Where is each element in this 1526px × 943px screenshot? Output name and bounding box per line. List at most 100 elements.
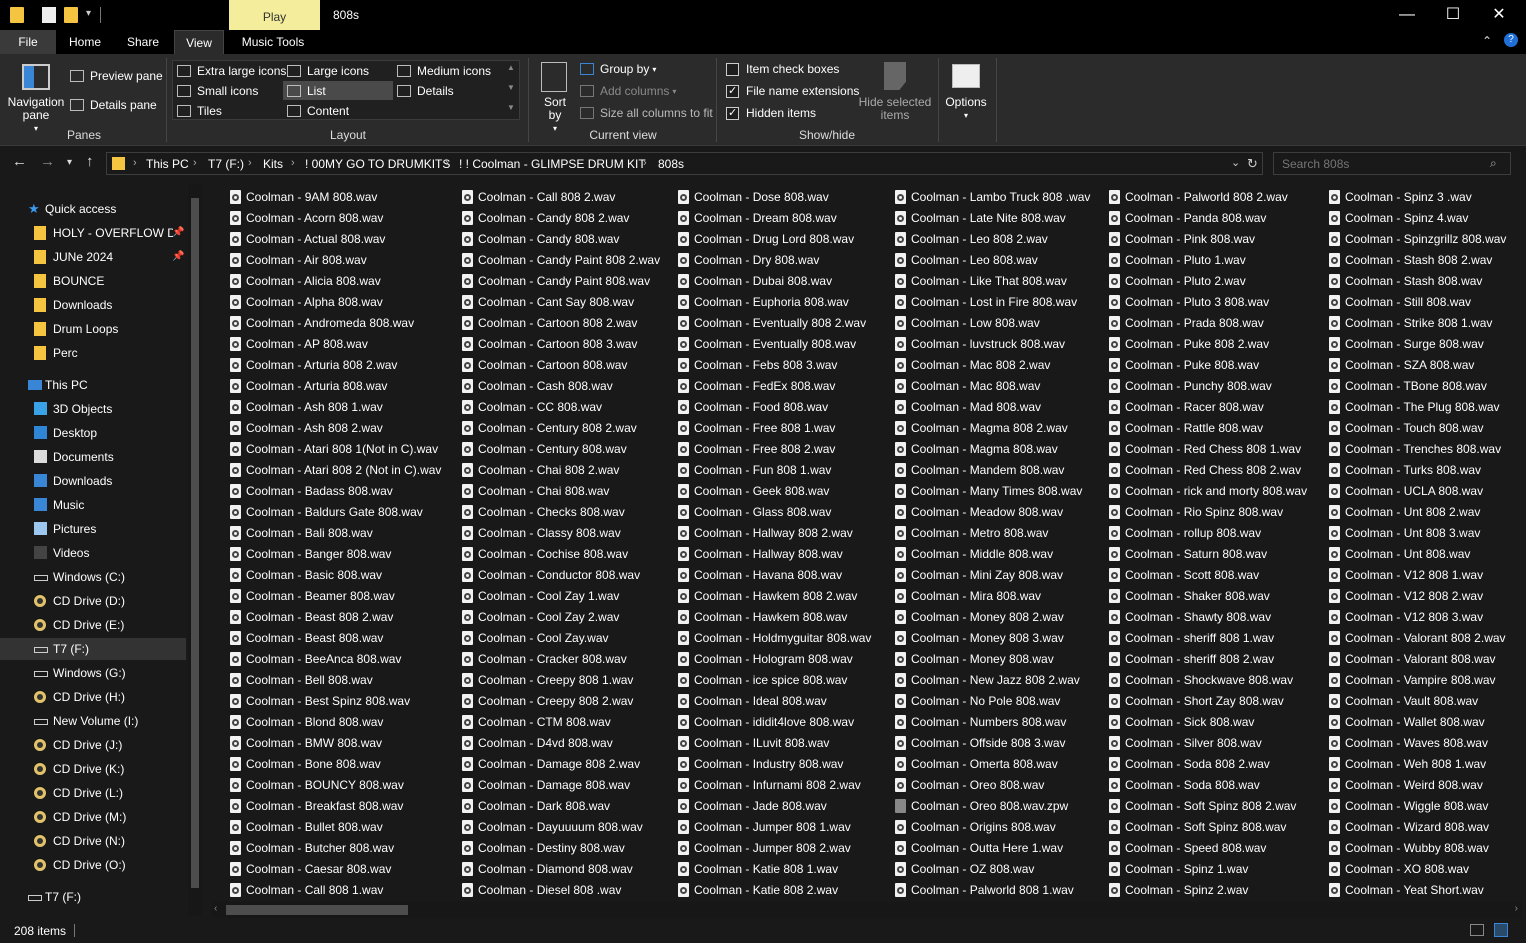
file-item[interactable]: Coolman - Katie 808 1.wav bbox=[674, 858, 884, 879]
nav-pc-item[interactable]: New Volume (I:) bbox=[0, 710, 186, 732]
file-item[interactable]: Coolman - Breakfast 808.wav bbox=[226, 795, 436, 816]
layout-content[interactable]: Content bbox=[287, 104, 349, 118]
file-item[interactable]: Coolman - Spinz 4.wav bbox=[1325, 207, 1526, 228]
search-input[interactable] bbox=[1282, 157, 1482, 171]
file-item[interactable]: Coolman - luvstruck 808.wav bbox=[891, 333, 1101, 354]
nav-scrollbar[interactable] bbox=[188, 184, 202, 916]
file-item[interactable]: Coolman - Lambo Truck 808 .wav bbox=[891, 186, 1101, 207]
nav-pc-item[interactable]: 3D Objects bbox=[0, 398, 186, 420]
nav-quick-access[interactable]: ★ Quick access bbox=[0, 198, 186, 220]
file-item[interactable]: Coolman - Surge 808.wav bbox=[1325, 333, 1526, 354]
tab-music-tools[interactable]: Music Tools bbox=[232, 30, 314, 54]
file-item[interactable]: Coolman - Holdmyguitar 808.wav bbox=[674, 627, 884, 648]
horizontal-scrollbar[interactable]: ‹ › bbox=[212, 902, 1522, 918]
sort-by-button[interactable]: Sort by ▾ bbox=[540, 96, 570, 135]
layout-details[interactable]: Details bbox=[397, 84, 454, 98]
file-item[interactable]: Coolman - Fun 808 1.wav bbox=[674, 459, 884, 480]
file-item[interactable]: Coolman - Acorn 808.wav bbox=[226, 207, 436, 228]
file-item[interactable]: Coolman - Wizard 808.wav bbox=[1325, 816, 1526, 837]
new-folder-icon[interactable] bbox=[64, 7, 78, 23]
file-item[interactable]: Coolman - Palworld 808 1.wav bbox=[891, 879, 1101, 900]
file-item[interactable]: Coolman - Glass 808.wav bbox=[674, 501, 884, 522]
navigation-pane-button[interactable]: Navigation pane ▾ bbox=[8, 96, 65, 135]
file-item[interactable]: Coolman - Actual 808.wav bbox=[226, 228, 436, 249]
file-item[interactable]: Coolman - Mira 808.wav bbox=[891, 585, 1101, 606]
file-item[interactable]: Coolman - Wiggle 808.wav bbox=[1325, 795, 1526, 816]
file-item[interactable]: Coolman - Palworld 808 2.wav bbox=[1105, 186, 1315, 207]
nav-pinned-item[interactable]: BOUNCE bbox=[0, 270, 186, 292]
file-item[interactable]: Coolman - CTM 808.wav bbox=[458, 711, 668, 732]
file-item[interactable]: Coolman - Cool Zay.wav bbox=[458, 627, 668, 648]
hide-selected-items-button[interactable]: Hide selected items bbox=[858, 96, 932, 122]
breadcrumb-t7[interactable]: T7 (F:) bbox=[208, 157, 244, 171]
file-item[interactable]: Coolman - TBone 808.wav bbox=[1325, 375, 1526, 396]
file-item[interactable]: Coolman - Chai 808 2.wav bbox=[458, 459, 668, 480]
scroll-left-icon[interactable]: ‹ bbox=[214, 903, 217, 914]
up-button[interactable]: ↑ bbox=[86, 153, 94, 170]
file-item[interactable]: Coolman - Century 808.wav bbox=[458, 438, 668, 459]
options-button[interactable]: Options ▾ bbox=[944, 96, 988, 122]
file-item[interactable]: Coolman - Cartoon 808 2.wav bbox=[458, 312, 668, 333]
file-item[interactable]: Coolman - Creepy 808 2.wav bbox=[458, 690, 668, 711]
details-pane-button[interactable]: Details pane bbox=[70, 98, 157, 112]
help-icon[interactable]: ? bbox=[1504, 33, 1518, 47]
file-item[interactable]: Coolman - Numbers 808.wav bbox=[891, 711, 1101, 732]
address-dropdown-icon[interactable]: ⌄ bbox=[1231, 156, 1240, 169]
file-item[interactable]: Coolman - Jade 808.wav bbox=[674, 795, 884, 816]
file-item[interactable]: Coolman - Havana 808.wav bbox=[674, 564, 884, 585]
file-item[interactable]: Coolman - Spinz 1.wav bbox=[1105, 858, 1315, 879]
file-item[interactable]: Coolman - ididit4love 808.wav bbox=[674, 711, 884, 732]
file-item[interactable]: Coolman - Cartoon 808.wav bbox=[458, 354, 668, 375]
file-item[interactable]: Coolman - rick and morty 808.wav bbox=[1105, 480, 1315, 501]
file-item[interactable]: Coolman - Sick 808.wav bbox=[1105, 711, 1315, 732]
nav-pc-item[interactable]: Desktop bbox=[0, 422, 186, 444]
file-item[interactable]: Coolman - Pluto 2.wav bbox=[1105, 270, 1315, 291]
file-item[interactable]: Coolman - Leo 808.wav bbox=[891, 249, 1101, 270]
file-item[interactable]: Coolman - Call 808 2.wav bbox=[458, 186, 668, 207]
nav-pinned-item[interactable]: Drum Loops bbox=[0, 318, 186, 340]
file-item[interactable]: Coolman - Century 808 2.wav bbox=[458, 417, 668, 438]
file-item[interactable]: Coolman - Infurnami 808 2.wav bbox=[674, 774, 884, 795]
file-item[interactable]: Coolman - Destiny 808.wav bbox=[458, 837, 668, 858]
preview-pane-button[interactable]: Preview pane bbox=[70, 69, 163, 83]
file-item[interactable]: Coolman - Ideal 808.wav bbox=[674, 690, 884, 711]
nav-pc-item[interactable]: CD Drive (K:) bbox=[0, 758, 186, 780]
file-item[interactable]: Coolman - rollup 808.wav bbox=[1105, 522, 1315, 543]
file-item[interactable]: Coolman - Stash 808 2.wav bbox=[1325, 249, 1526, 270]
file-item[interactable]: Coolman - Dream 808.wav bbox=[674, 207, 884, 228]
file-item[interactable]: Coolman - Puke 808.wav bbox=[1105, 354, 1315, 375]
file-item[interactable]: Coolman - Middle 808.wav bbox=[891, 543, 1101, 564]
file-item[interactable]: Coolman - Mad 808.wav bbox=[891, 396, 1101, 417]
tab-home[interactable]: Home bbox=[60, 30, 110, 54]
horizontal-scrollbar-thumb[interactable] bbox=[226, 905, 408, 915]
file-item[interactable]: Coolman - Pluto 1.wav bbox=[1105, 249, 1315, 270]
file-item[interactable]: Coolman - Many Times 808.wav bbox=[891, 480, 1101, 501]
file-item[interactable]: Coolman - Lost in Fire 808.wav bbox=[891, 291, 1101, 312]
breadcrumb-this-pc[interactable]: This PC bbox=[146, 157, 189, 171]
size-all-columns-button[interactable]: Size all columns to fit bbox=[580, 106, 713, 120]
file-item[interactable]: Coolman - Hallway 808 2.wav bbox=[674, 522, 884, 543]
file-item[interactable]: Coolman - Wallet 808.wav bbox=[1325, 711, 1526, 732]
file-item[interactable]: Coolman - Beast 808 2.wav bbox=[226, 606, 436, 627]
nav-pinned-item[interactable]: Downloads bbox=[0, 294, 186, 316]
file-item[interactable]: Coolman - Conductor 808.wav bbox=[458, 564, 668, 585]
large-icons-view-icon[interactable] bbox=[1494, 923, 1508, 937]
file-item[interactable]: Coolman - sheriff 808 2.wav bbox=[1105, 648, 1315, 669]
file-item[interactable]: Coolman - Silver 808.wav bbox=[1105, 732, 1315, 753]
file-item[interactable]: Coolman - BMW 808.wav bbox=[226, 732, 436, 753]
file-item[interactable]: Coolman - Yeat Short.wav bbox=[1325, 879, 1526, 900]
file-item[interactable]: Coolman - Spinz 2.wav bbox=[1105, 879, 1315, 900]
search-box[interactable]: ⌕ bbox=[1273, 152, 1511, 175]
file-item[interactable]: Coolman - Pluto 3 808.wav bbox=[1105, 291, 1315, 312]
file-item[interactable]: Coolman - Wubby 808.wav bbox=[1325, 837, 1526, 858]
layout-medium-icons[interactable]: Medium icons bbox=[397, 64, 491, 78]
file-item[interactable]: Coolman - Rio Spinz 808.wav bbox=[1105, 501, 1315, 522]
scroll-right-icon[interactable]: › bbox=[1515, 903, 1518, 914]
file-item[interactable]: Coolman - Punchy 808.wav bbox=[1105, 375, 1315, 396]
file-item[interactable]: Coolman - Banger 808.wav bbox=[226, 543, 436, 564]
nav-pc-item[interactable]: T7 (F:) bbox=[0, 638, 186, 660]
file-item[interactable]: Coolman - Alpha 808.wav bbox=[226, 291, 436, 312]
file-item[interactable]: Coolman - Shawty 808.wav bbox=[1105, 606, 1315, 627]
file-item[interactable]: Coolman - Mac 808.wav bbox=[891, 375, 1101, 396]
file-item[interactable]: Coolman - Racer 808.wav bbox=[1105, 396, 1315, 417]
